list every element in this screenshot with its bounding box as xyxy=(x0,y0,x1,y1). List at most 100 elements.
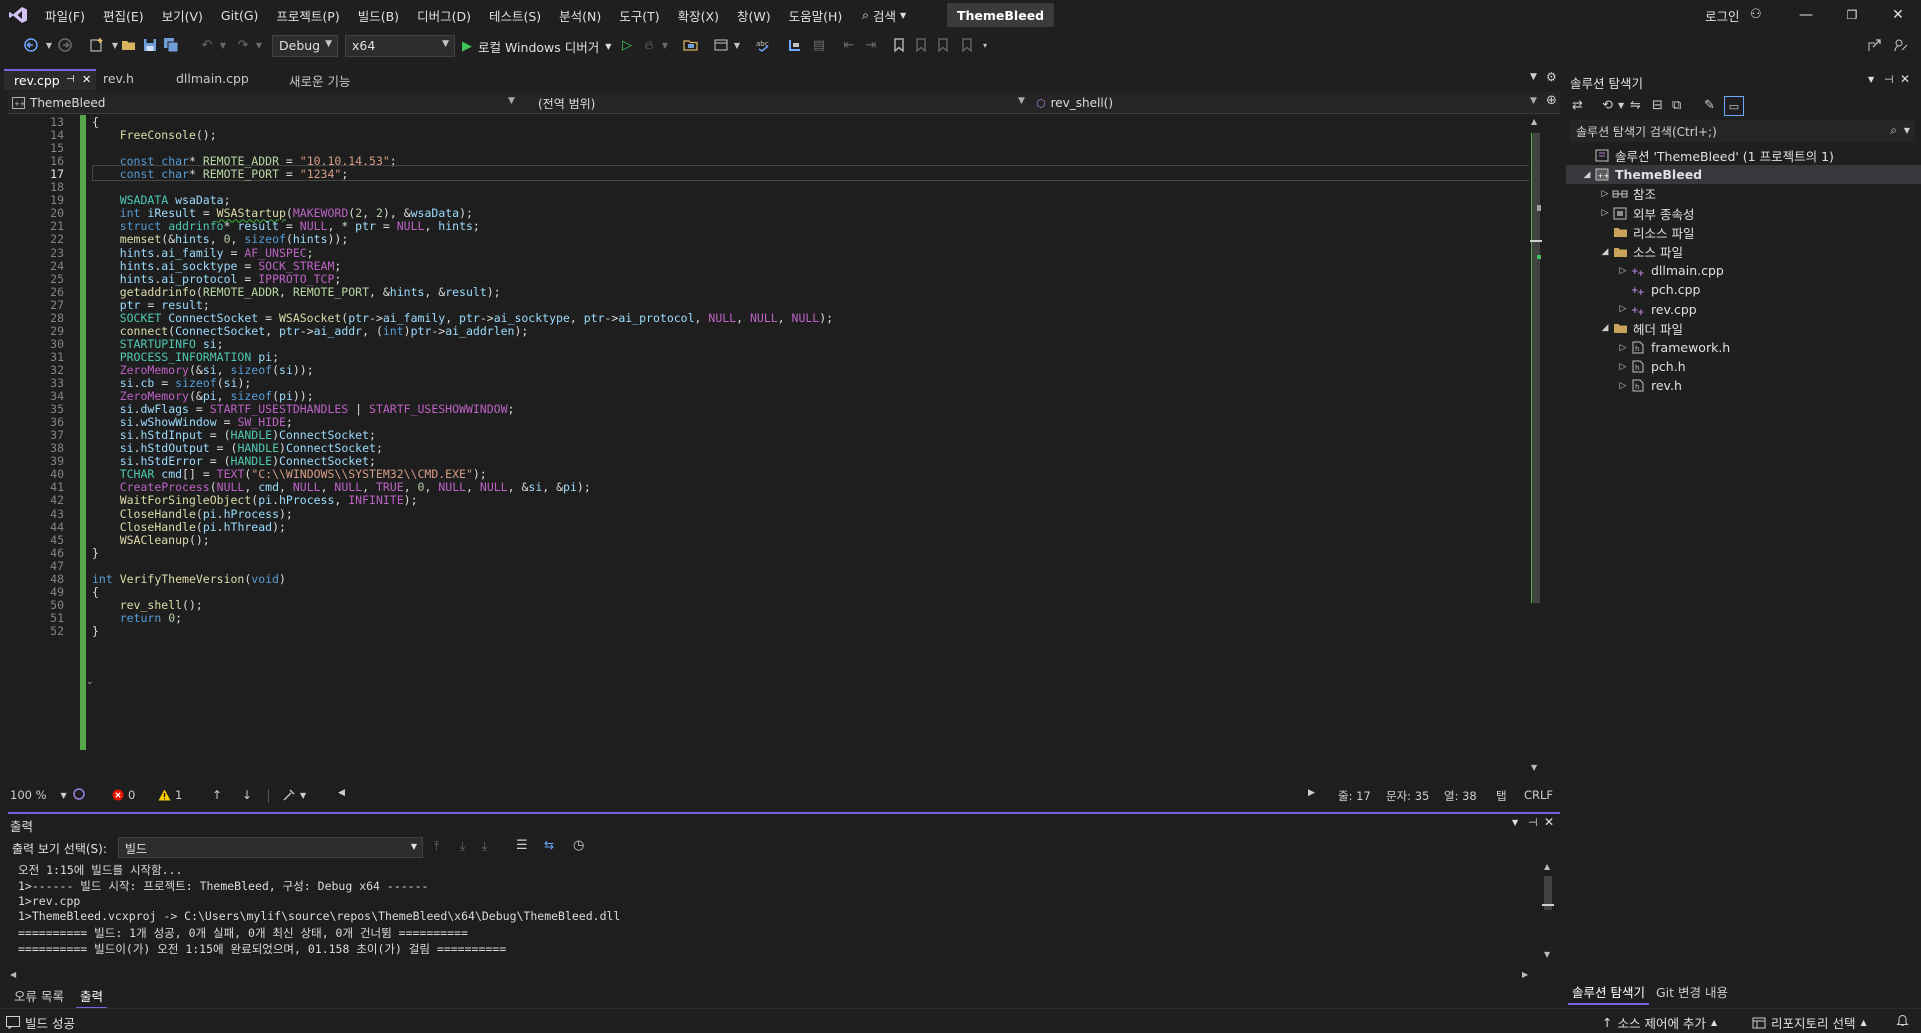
start-debugging-button[interactable]: ▶ 로컬 Windows 디버거 ▼ xyxy=(462,37,611,56)
menu-item[interactable]: 디버그(D) xyxy=(408,6,480,25)
close-icon[interactable]: ✕ xyxy=(1544,815,1554,829)
chevron-down-icon[interactable]: ▼ xyxy=(656,36,674,54)
menu-item[interactable]: 파일(F) xyxy=(36,6,94,25)
code-editor[interactable]: 13 14 15 16 17 18 19 20 21 22 23 24 25 26 27 28 29 30 31 32… xyxy=(8,115,1543,777)
tree-item[interactable]: + + pch.cpp xyxy=(1566,280,1701,299)
save-icon[interactable] xyxy=(141,36,159,54)
code-line[interactable]: si.hStdOutput = (HANDLE)ConnectSocket; xyxy=(92,441,383,455)
collapsed-arrow-icon[interactable]: ▷ xyxy=(1616,343,1630,353)
tree-item[interactable]: ▷ h pch.h xyxy=(1566,357,1686,376)
select-repository-button[interactable]: 리포지토리 선택 ▲ xyxy=(1752,1013,1867,1032)
menu-item[interactable]: 빌드(B) xyxy=(349,6,408,25)
collapsed-arrow-icon[interactable]: ▷ xyxy=(1598,189,1612,199)
tab-rev-h[interactable]: rev.h xyxy=(93,69,144,90)
code-line[interactable]: hints.ai_protocol = IPPROTO_TCP; xyxy=(92,272,342,286)
next-issue-icon[interactable]: ↓ xyxy=(242,788,252,802)
toolbar-overflow-icon[interactable]: ▾ xyxy=(976,36,994,54)
spell-check-icon[interactable]: abc xyxy=(754,36,772,54)
decrease-indent-icon[interactable]: ⇤ xyxy=(840,36,858,54)
column-indicator[interactable]: 열: 38 xyxy=(1444,788,1477,804)
code-line[interactable]: SOCKET ConnectSocket = WSASocket(ptr->ai… xyxy=(92,311,833,325)
account-settings-icon[interactable]: ⚇ xyxy=(1750,7,1762,22)
code-line[interactable]: } xyxy=(92,546,99,560)
pin-icon[interactable]: ⊣ xyxy=(66,74,75,85)
zoom-dropdown[interactable]: 100 % ▼ xyxy=(10,788,67,802)
collapse-all-icon[interactable]: ⊟ xyxy=(1652,98,1663,113)
find-message-icon[interactable]: ⤒ xyxy=(434,839,439,854)
tree-item[interactable]: 리소스 파일 xyxy=(1566,223,1694,242)
menu-item[interactable]: 창(W) xyxy=(728,6,780,25)
code-line[interactable]: rev_shell(); xyxy=(92,598,203,612)
tab-list-dropdown-icon[interactable]: ▼ xyxy=(1530,72,1537,82)
scroll-right-icon[interactable]: ▶ xyxy=(1522,970,1528,979)
collapsed-arrow-icon[interactable]: ▷ xyxy=(1616,266,1630,276)
live-share-icon[interactable] xyxy=(1866,36,1884,54)
scroll-left-icon[interactable]: ◀ xyxy=(10,970,16,979)
menu-item[interactable]: 테스트(S) xyxy=(480,6,550,25)
sync-icon[interactable]: ⇋ xyxy=(1630,98,1641,113)
search-box[interactable]: ⌕ 검색 ▼ xyxy=(862,5,906,25)
menu-item[interactable]: 프로젝트(P) xyxy=(267,6,348,25)
tab-rev-cpp[interactable]: rev.cpp ⊣ ✕ xyxy=(4,69,96,90)
tree-item[interactable]: ◢ 헤더 파일 xyxy=(1566,319,1683,338)
copilot-icon[interactable] xyxy=(72,788,86,800)
tree-item[interactable]: 솔루션 'ThemeBleed' (1 프로젝트의 1) xyxy=(1566,146,1834,165)
code-line[interactable]: { xyxy=(92,115,99,129)
scroll-down-icon[interactable]: ▼ xyxy=(1544,950,1550,959)
tree-item[interactable]: ▷ h rev.h xyxy=(1566,376,1682,395)
solution-search-input[interactable]: 솔루션 탐색기 검색(Ctrl+;) ⌕ ▼ xyxy=(1570,120,1915,142)
word-wrap-icon[interactable]: ⇆ xyxy=(544,838,554,852)
close-icon[interactable]: ✕ xyxy=(82,73,91,86)
comment-lines-icon[interactable]: ▤ xyxy=(810,36,828,54)
menu-item[interactable]: 도구(T) xyxy=(610,6,668,25)
solution-config-select[interactable]: Debug ▼ xyxy=(272,35,338,57)
code-line[interactable]: ZeroMemory(&si, sizeof(si)); xyxy=(92,363,314,377)
output-vertical-scrollbar[interactable]: ▲ ▼ xyxy=(1542,862,1554,962)
code-line[interactable]: CloseHandle(pi.hProcess); xyxy=(92,507,293,521)
add-to-source-control-button[interactable]: ↑ 소스 제어에 추가 ▲ xyxy=(1602,1013,1717,1032)
visual-studio-logo-icon[interactable] xyxy=(8,6,28,24)
code-line[interactable]: } xyxy=(92,624,99,638)
expanded-arrow-icon[interactable]: ◢ xyxy=(1580,170,1594,180)
code-line[interactable]: { xyxy=(92,585,99,599)
collapse-region-icon[interactable]: ⌄ xyxy=(86,677,94,687)
new-project-icon[interactable] xyxy=(88,36,106,54)
clear-bookmarks-icon[interactable] xyxy=(958,36,976,54)
feedback-icon[interactable] xyxy=(1892,36,1910,54)
code-line[interactable]: connect(ConnectSocket, ptr->ai_addr, (in… xyxy=(92,324,529,338)
code-line[interactable]: return 0; xyxy=(92,611,182,625)
timestamp-icon[interactable]: ◷ xyxy=(573,838,584,853)
scrollbar-thumb[interactable] xyxy=(1532,133,1540,603)
code-line[interactable]: int VerifyThemeVersion(void) xyxy=(92,572,286,586)
code-line[interactable]: hints.ai_family = AF_UNSPEC; xyxy=(92,246,314,260)
code-line[interactable]: CloseHandle(pi.hThread); xyxy=(92,520,286,534)
chevron-down-icon[interactable]: ▼ xyxy=(1018,96,1025,106)
code-line[interactable]: WSADATA wsaData; xyxy=(92,193,231,207)
scroll-up-icon[interactable]: ▲ xyxy=(1531,117,1537,126)
code-line[interactable]: memset(&hints, 0, sizeof(hints)); xyxy=(92,232,349,246)
prev-bookmark-icon[interactable] xyxy=(912,36,930,54)
line-indicator[interactable]: 줄: 17 xyxy=(1338,788,1371,804)
collapsed-arrow-icon[interactable]: ▷ xyxy=(1616,304,1630,314)
code-cleanup-icon[interactable]: ▼ xyxy=(282,788,306,802)
pin-icon[interactable]: ⊣ xyxy=(1884,73,1894,86)
output-source-select[interactable]: 빌드 ▼ xyxy=(118,837,423,858)
vertical-scrollbar[interactable]: ▲ ▼ xyxy=(1529,115,1543,777)
tree-item[interactable]: ▷ h framework.h xyxy=(1566,338,1731,357)
start-without-debugging-icon[interactable]: ▷ xyxy=(618,36,636,54)
close-window-button[interactable]: ✕ xyxy=(1875,0,1921,30)
code-line[interactable]: FreeConsole(); xyxy=(92,128,217,142)
chevron-down-icon[interactable]: ▼ xyxy=(1618,101,1624,110)
restore-button[interactable]: ❐ xyxy=(1829,0,1875,30)
open-folder-icon[interactable] xyxy=(120,36,138,54)
tree-item[interactable]: ◢ ++ ThemeBleed xyxy=(1566,165,1921,185)
chevron-down-icon[interactable]: ▼ xyxy=(728,36,746,54)
switch-views-icon[interactable]: ⇄ xyxy=(1572,98,1583,113)
panel-options-icon[interactable]: ▼ xyxy=(1512,818,1518,827)
scroll-up-icon[interactable]: ▲ xyxy=(1544,862,1550,871)
preview-selected-icon[interactable]: ▭ xyxy=(1724,96,1744,116)
login-link[interactable]: 로그인 xyxy=(1705,6,1740,25)
prev-message-icon[interactable]: ⤓ xyxy=(460,839,465,854)
warning-count[interactable]: 1 xyxy=(158,788,182,802)
char-indicator[interactable]: 문자: 35 xyxy=(1386,788,1429,804)
